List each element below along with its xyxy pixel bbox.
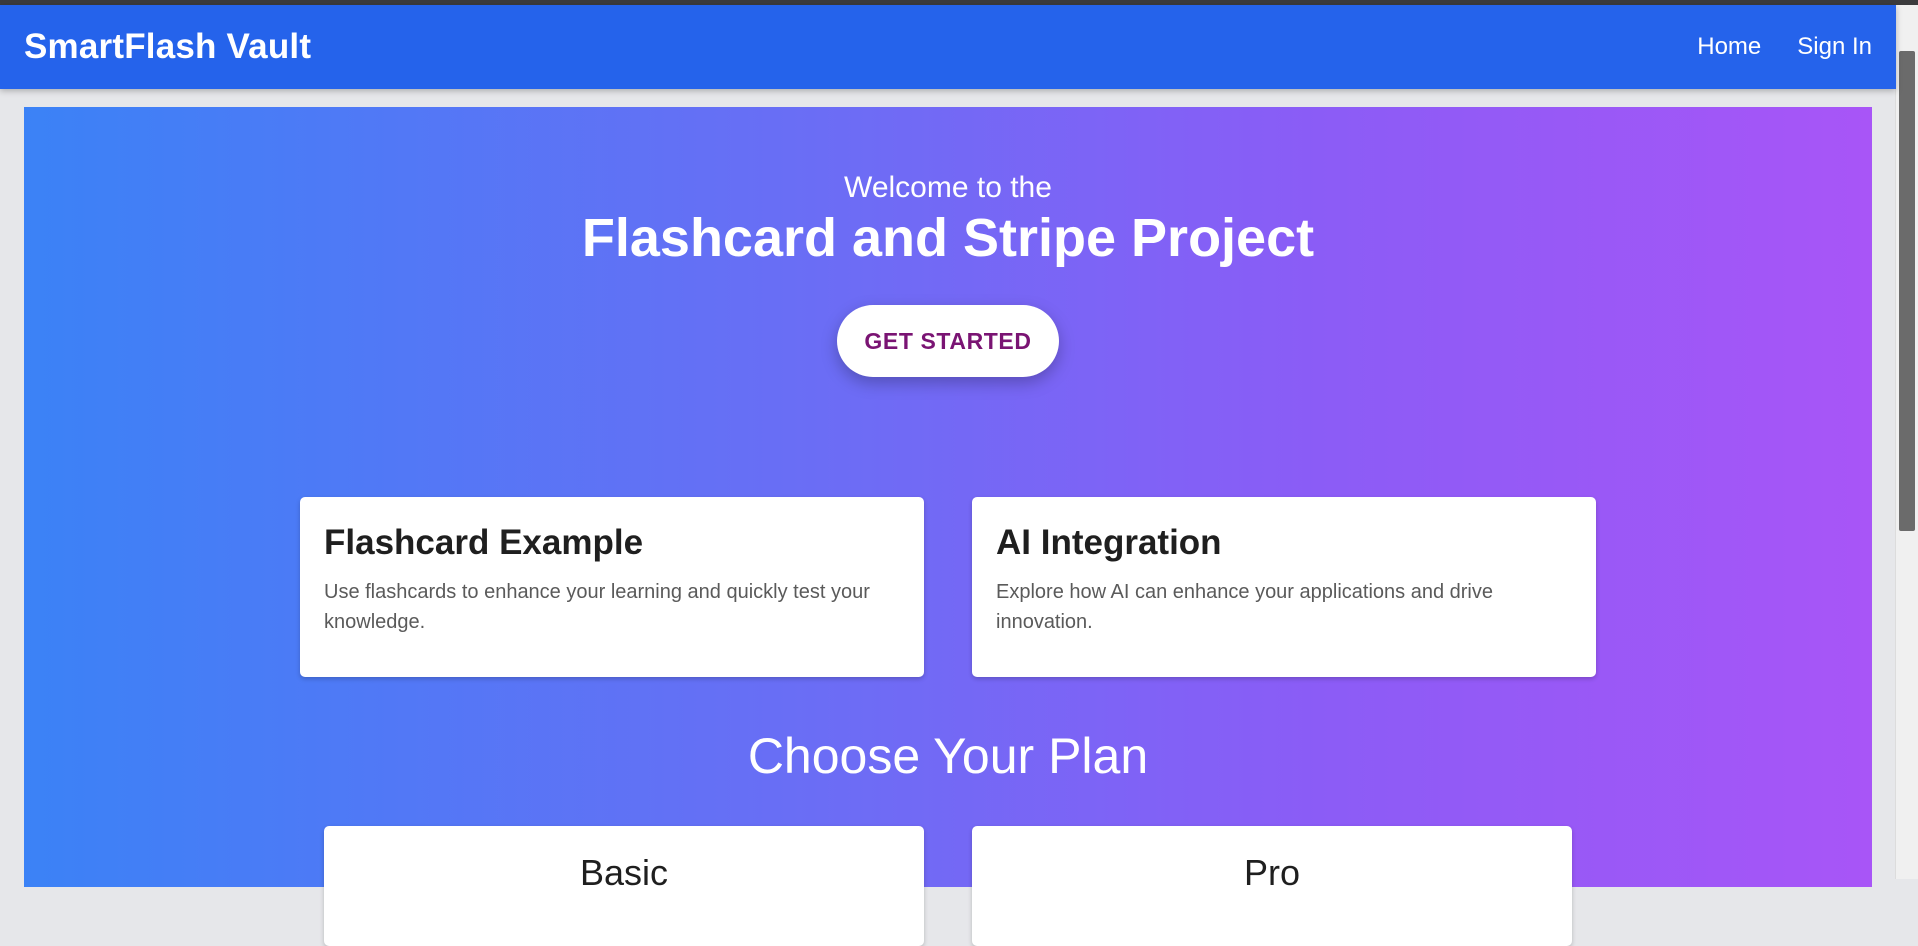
- feature-title: AI Integration: [996, 523, 1222, 562]
- scrollbar-thumb[interactable]: [1899, 51, 1915, 531]
- get-started-button[interactable]: GET STARTED: [837, 305, 1059, 377]
- feature-card-flashcard: Flashcard Example Use flashcards to enha…: [300, 497, 924, 677]
- vertical-scrollbar[interactable]: [1895, 5, 1918, 879]
- hero-headline: Flashcard and Stripe Project: [581, 208, 1315, 268]
- plan-card-pro[interactable]: Pro: [972, 826, 1572, 946]
- top-nav: Home Sign In: [1697, 33, 1872, 61]
- app-bar: SmartFlash Vault Home Sign In: [0, 5, 1896, 89]
- nav-home-link[interactable]: Home: [1697, 33, 1761, 61]
- plan-name: Pro: [1243, 852, 1301, 893]
- feature-card-ai: AI Integration Explore how AI can enhanc…: [972, 497, 1596, 677]
- feature-title: Flashcard Example: [324, 523, 644, 562]
- plans-heading: Choose Your Plan: [747, 728, 1149, 784]
- plan-card-basic[interactable]: Basic: [324, 826, 924, 946]
- hero-section: Welcome to the Flashcard and Stripe Proj…: [24, 107, 1872, 946]
- plan-name: Basic: [579, 852, 669, 893]
- brand-title[interactable]: SmartFlash Vault: [24, 27, 311, 67]
- nav-sign-in-link[interactable]: Sign In: [1797, 33, 1872, 61]
- feature-description: Explore how AI can enhance your applicat…: [996, 581, 1493, 633]
- feature-description: Use flashcards to enhance your learning …: [324, 581, 870, 633]
- welcome-text: Welcome to the: [844, 171, 1052, 204]
